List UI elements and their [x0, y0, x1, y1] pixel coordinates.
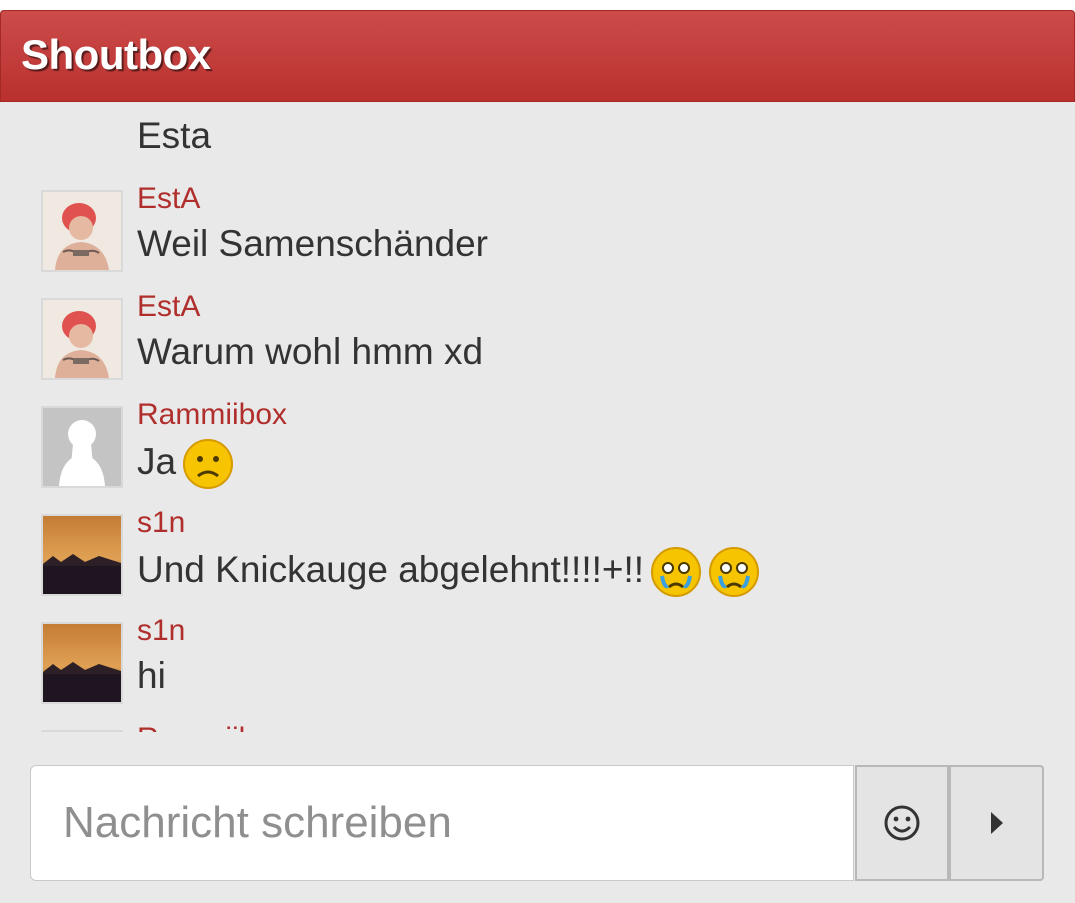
message-username[interactable]: Rammiibox — [137, 722, 287, 732]
message-username[interactable]: s1n — [137, 506, 185, 540]
message-username[interactable]: EstA — [137, 290, 200, 324]
message-username[interactable]: s1n — [137, 614, 185, 648]
message-item: s1n hi — [0, 614, 1075, 714]
message-item: EstA Warum wohl hmm xd — [0, 290, 1075, 390]
crying-smiley-icon — [709, 547, 760, 597]
message-item: Rammiibox Ja — [0, 398, 1075, 498]
message-text: Und Knickauge abgelehnt!!!!+!! — [137, 546, 760, 598]
message-text: Weil Samenschänder — [137, 223, 488, 264]
message-list[interactable]: Esta EstA Weil Samenschänder EstA Warum … — [0, 102, 1075, 732]
message-text: Ja — [137, 438, 234, 490]
avatar[interactable] — [41, 730, 123, 732]
avatar[interactable] — [41, 298, 123, 380]
avatar[interactable] — [41, 514, 123, 596]
message-text: Esta — [137, 115, 212, 156]
emoji-button[interactable] — [855, 765, 949, 881]
avatar[interactable] — [41, 622, 123, 704]
message-item: EstA Weil Samenschänder — [0, 182, 1075, 282]
sad-smiley-icon — [183, 439, 234, 489]
shoutbox-header: Shoutbox — [0, 10, 1075, 102]
message-item: s1n Und Knickauge abgelehnt!!!!+!! — [0, 506, 1075, 606]
message-text: Warum wohl hmm xd — [137, 331, 484, 372]
message-item: Rammiibox — [0, 722, 1075, 732]
message-text-content: Und Knickauge abgelehnt!!!!+!! — [137, 548, 645, 590]
message-input[interactable] — [30, 765, 854, 881]
message-text-content: Ja — [137, 440, 177, 482]
composer — [30, 765, 1044, 883]
send-button[interactable] — [949, 765, 1044, 881]
shoutbox-title: Shoutbox — [21, 31, 211, 78]
shoutbox-panel: Shoutbox Esta EstA Weil Samenschänder Es… — [0, 10, 1075, 903]
message-username[interactable]: Rammiibox — [137, 398, 287, 432]
caret-right-icon — [990, 812, 1003, 834]
avatar[interactable] — [41, 406, 123, 488]
avatar[interactable] — [41, 190, 123, 272]
smiley-outline-icon — [884, 805, 920, 841]
crying-smiley-icon — [651, 547, 702, 597]
message-text: hi — [137, 655, 166, 696]
message-username[interactable]: EstA — [137, 182, 200, 216]
message-item: Esta — [0, 102, 1075, 156]
